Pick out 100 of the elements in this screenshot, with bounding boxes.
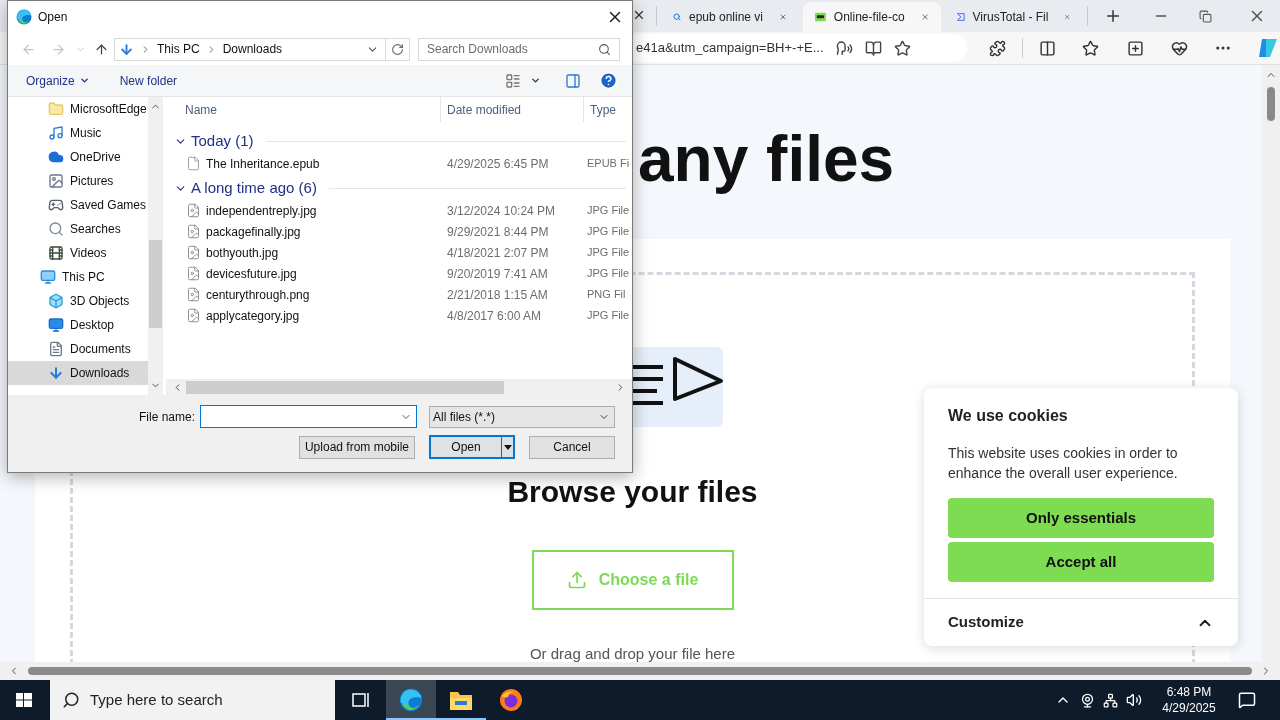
file-row[interactable]: The Inheritance.epub 4/29/2025 6:45 PM EPUB Fi <box>166 153 632 174</box>
file-type: JPG File <box>586 266 630 282</box>
film-icon <box>48 245 64 261</box>
browser-tab[interactable]: Online-file-co <box>803 2 941 32</box>
file-row[interactable]: bothyouth.jpg 4/18/2021 2:07 PM JPG File <box>166 242 632 263</box>
organize-button[interactable]: Organize <box>26 71 90 90</box>
breadcrumb-item[interactable]: This PC <box>157 40 200 58</box>
dialog-title: Open <box>38 9 68 26</box>
dialog-button[interactable]: Cancel <box>529 435 615 459</box>
file-row[interactable]: applycategory.jpg 4/8/2017 6:00 AM JPG File <box>166 305 632 326</box>
nav-item[interactable]: Pictures <box>8 169 148 193</box>
nav-item[interactable]: 3D Objects <box>8 289 148 313</box>
monitor-icon <box>40 269 56 285</box>
file-row[interactable]: devicesfuture.jpg 9/20/2019 7:41 AM JPG File <box>166 263 632 284</box>
new-folder-button[interactable]: New folder <box>119 71 178 90</box>
column-header[interactable]: Name <box>185 100 217 119</box>
column-header[interactable]: Type <box>590 100 616 119</box>
browser-health-icon[interactable] <box>1171 39 1188 57</box>
open-button[interactable]: Open <box>429 435 515 459</box>
file-row[interactable]: independentreply.jpg 3/12/2024 10:24 PM JPG File <box>166 200 632 221</box>
nav-item[interactable]: Saved Games <box>8 193 148 217</box>
new-tab-icon[interactable] <box>1104 7 1122 25</box>
image-file-icon <box>186 287 201 302</box>
file-icon <box>186 156 201 171</box>
file-name-label: File name: <box>138 408 195 426</box>
help-icon[interactable] <box>599 71 618 90</box>
nav-item[interactable]: Music <box>8 121 148 145</box>
view-options-icon[interactable] <box>505 72 521 89</box>
favorite-star-icon[interactable] <box>893 39 911 57</box>
edge-logo-icon[interactable] <box>399 688 423 712</box>
tab-title: Online-file-co <box>833 9 905 26</box>
nav-item[interactable]: OneDrive <box>8 145 148 169</box>
fox-logo-icon[interactable] <box>499 688 523 712</box>
extensions-icon[interactable] <box>989 39 1006 57</box>
tray-device-icon[interactable] <box>1080 692 1095 708</box>
task-view-icon[interactable] <box>351 691 371 709</box>
nav-item[interactable]: Documents <box>8 337 148 361</box>
browser-tab[interactable]: VirusTotal - Fil <box>945 2 1083 32</box>
scrollbar-thumb[interactable] <box>1267 87 1275 121</box>
close-tab-icon[interactable] <box>632 8 646 22</box>
favorites-list-icon[interactable] <box>1082 39 1099 57</box>
breadcrumb-item[interactable]: Downloads <box>222 40 283 58</box>
cube-icon <box>48 293 64 309</box>
clock[interactable]: 6:48 PM 4/29/2025 <box>1154 684 1224 716</box>
file-row[interactable]: packagefinally.jpg 9/29/2021 8:44 PM JPG File <box>166 221 632 242</box>
picture-icon <box>48 173 64 189</box>
search-field[interactable]: Search Downloads <box>418 37 620 61</box>
nav-item[interactable]: Searches <box>8 217 148 241</box>
scrollbar-thumb[interactable] <box>28 667 1252 675</box>
cloud-icon <box>48 149 64 165</box>
file-name: packagefinally.jpg <box>206 223 301 241</box>
notifications-icon[interactable] <box>1238 691 1256 709</box>
file-row[interactable]: centurythrough.png 2/21/2018 1:15 AM PNG Fil <box>166 284 632 305</box>
page-heading: any files <box>638 123 895 195</box>
folder-icon[interactable] <box>449 689 473 711</box>
reader-icon[interactable] <box>864 39 882 57</box>
image-file-icon <box>186 266 201 281</box>
split-caret-icon[interactable] <box>501 437 513 457</box>
group-header[interactable]: Today (1) <box>191 129 254 153</box>
nav-item[interactable]: Desktop <box>8 313 148 337</box>
split-screen-icon[interactable] <box>1039 39 1056 57</box>
taskbar-app[interactable] <box>386 680 436 720</box>
taskbar-search-field[interactable]: Type here to search <box>50 680 335 720</box>
nav-item[interactable]: Downloads <box>8 361 148 385</box>
file-name-field[interactable] <box>200 405 417 428</box>
scrollbar-thumb[interactable] <box>149 240 162 328</box>
browser-tab[interactable]: epub online vi <box>661 2 799 32</box>
file-name: bothyouth.jpg <box>206 244 279 262</box>
search-icon <box>62 691 80 709</box>
file-name: devicesfuture.jpg <box>206 265 297 283</box>
restore-icon[interactable] <box>1199 10 1212 23</box>
breadcrumb-bar[interactable]: This PC Downloads <box>114 37 410 61</box>
file-date: 3/12/2024 10:24 PM <box>446 202 557 220</box>
nav-item[interactable]: Videos <box>8 241 148 265</box>
read-aloud-icon[interactable] <box>835 39 853 57</box>
cookie-title: We use cookies <box>948 406 1069 426</box>
address-bar[interactable]: e41a&utm_campaign=BH+-+E... <box>632 34 967 62</box>
image-file-icon <box>186 245 201 260</box>
nav-item[interactable]: This PC <box>8 265 148 289</box>
drag-hint: Or drag and drop your file here <box>529 644 736 662</box>
file-type: JPG File <box>586 224 630 240</box>
nav-item[interactable]: MicrosoftEdge <box>8 97 148 121</box>
scrollbar-thumb[interactable] <box>186 380 504 394</box>
copilot-icon[interactable] <box>1256 36 1280 60</box>
cookie-button[interactable]: Only essentials <box>948 498 1214 538</box>
volume-icon[interactable] <box>1126 692 1142 708</box>
cookie-button[interactable]: Accept all <box>948 542 1214 582</box>
document-icon <box>48 341 64 357</box>
refresh-icon[interactable] <box>391 42 404 56</box>
image-file-icon <box>186 203 201 218</box>
network-icon[interactable] <box>1103 692 1118 708</box>
collections-icon[interactable] <box>1127 39 1144 57</box>
caret-icon[interactable] <box>530 75 541 86</box>
column-header[interactable]: Date modified <box>447 100 522 119</box>
dialog-button[interactable]: Upload from mobile <box>298 435 415 459</box>
group-header[interactable]: A long time ago (6) <box>191 176 317 200</box>
file-date: 2/21/2018 1:15 AM <box>446 286 549 304</box>
file-type-select[interactable]: All files (*.*) <box>429 405 615 428</box>
preview-pane-icon[interactable] <box>565 72 581 89</box>
customize-label[interactable]: Customize <box>948 611 1024 634</box>
